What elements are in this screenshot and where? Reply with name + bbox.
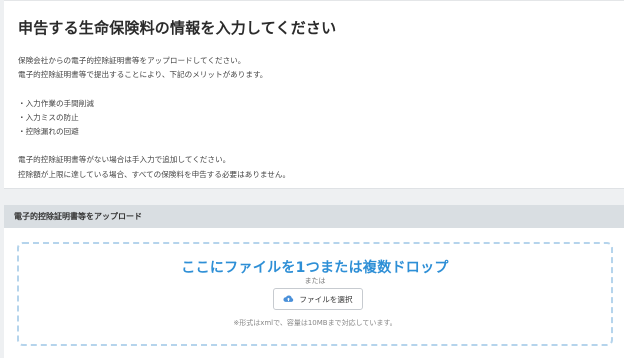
description-line: 電子的控除証明書等がない場合は手入力で追加してください。 <box>18 155 231 165</box>
page-title: 申告する生命保険料の情報を入力してください <box>18 19 337 37</box>
info-card: 申告する生命保険料の情報を入力してください 保険会社からの電子的控除証明書等をア… <box>4 0 624 189</box>
description-line: 控除額が上限に達している場合、すべての保険料を申告する必要はありません。 <box>18 169 291 179</box>
benefit-item: ・控除漏れの回避 <box>18 126 79 136</box>
description-line: 電子的控除証明書等で提出することにより、下記のメリットがあります。 <box>18 70 268 80</box>
choose-file-label: ファイルを選択 <box>299 294 353 304</box>
drop-zone-or-text: または <box>304 277 326 285</box>
benefit-item: ・入力ミスの防止 <box>18 112 79 122</box>
file-format-note: ※形式はxmlで、容量は10MBまで対応しています。 <box>233 319 397 327</box>
cloud-upload-icon <box>283 295 294 303</box>
benefit-item: ・入力作業の手間削減 <box>18 98 94 108</box>
drop-zone-title: ここにファイルを1つまたは複数ドロップ <box>181 260 449 276</box>
description: 保険会社からの電子的控除証明書等をアップロードしてください。 電子的控除証明書等… <box>18 54 290 182</box>
choose-file-button[interactable]: ファイルを選択 <box>273 288 363 310</box>
file-drop-zone[interactable]: ここにファイルを1つまたは複数ドロップ または ファイルを選択 ※形式はxmlで… <box>17 242 613 346</box>
description-line: 保険会社からの電子的控除証明書等をアップロードしてください。 <box>18 56 246 65</box>
upload-card: 電子的控除証明書等をアップロード ここにファイルを1つまたは複数ドロップ または… <box>4 205 624 358</box>
upload-section-header: 電子的控除証明書等をアップロード <box>4 205 624 228</box>
